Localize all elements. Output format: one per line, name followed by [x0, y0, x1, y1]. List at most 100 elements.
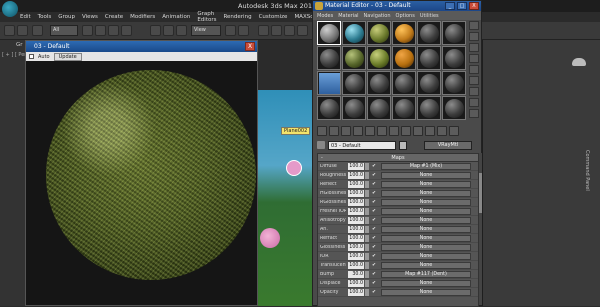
perspective-viewport[interactable]: [258, 90, 313, 306]
me-menu-utilities[interactable]: Utilities: [420, 13, 439, 19]
select-manipulate-icon[interactable]: [238, 25, 249, 36]
material-map-navigator-icon[interactable]: [469, 109, 479, 118]
uv-tiling-icon[interactable]: [469, 54, 479, 63]
map-slot-button[interactable]: None: [381, 261, 471, 269]
sample-slot[interactable]: [342, 21, 366, 45]
link-icon[interactable]: [32, 25, 43, 36]
sample-slot[interactable]: [417, 46, 441, 70]
map-amount-field[interactable]: 100.0: [348, 207, 364, 215]
map-amount-spinner[interactable]: [365, 234, 369, 242]
region-select-icon[interactable]: [108, 25, 119, 36]
selection-filter-select[interactable]: All: [50, 25, 78, 36]
options-icon[interactable]: [469, 87, 479, 96]
maps-collapse-icon[interactable]: -: [321, 154, 323, 162]
map-amount-spinner[interactable]: [365, 198, 369, 206]
menu-customize[interactable]: Customize: [259, 14, 288, 20]
map-slot-button[interactable]: None: [381, 189, 471, 197]
map-amount-field[interactable]: 100.0: [348, 189, 364, 197]
teapot-icon[interactable]: [572, 58, 586, 66]
angle-snap-icon[interactable]: [271, 25, 282, 36]
me-menu-options[interactable]: Options: [396, 13, 415, 19]
map-enable-checkbox[interactable]: ✔: [371, 281, 377, 286]
map-amount-spinner[interactable]: [365, 171, 369, 179]
maps-scrollbar[interactable]: [479, 153, 482, 305]
select-by-name-icon[interactable]: [95, 25, 106, 36]
map-slot-button[interactable]: Map #117 (Dent): [381, 270, 471, 278]
video-check-icon[interactable]: [469, 65, 479, 74]
map-amount-spinner[interactable]: [365, 270, 369, 278]
show-map-icon[interactable]: [413, 126, 423, 136]
menu-edit[interactable]: Edit: [20, 14, 31, 20]
reference-coord-select[interactable]: View: [191, 25, 221, 36]
sample-slot[interactable]: [442, 21, 466, 45]
pivot-icon[interactable]: [225, 25, 236, 36]
sample-slot[interactable]: [367, 71, 391, 95]
map-enable-checkbox[interactable]: ✔: [371, 254, 377, 259]
map-amount-field[interactable]: 100.0: [348, 288, 364, 296]
reset-map-icon[interactable]: [353, 126, 363, 136]
map-amount-field[interactable]: 100.0: [348, 171, 364, 179]
sample-slot[interactable]: [417, 71, 441, 95]
get-material-icon[interactable]: [317, 126, 327, 136]
sample-slot[interactable]: [417, 96, 441, 120]
sample-slot[interactable]: [342, 96, 366, 120]
map-slot-button[interactable]: None: [381, 207, 471, 215]
map-amount-field[interactable]: 100.0: [348, 243, 364, 251]
map-amount-field[interactable]: 100.0: [348, 180, 364, 188]
map-slot-button[interactable]: None: [381, 180, 471, 188]
map-amount-field[interactable]: 100.0: [348, 252, 364, 260]
map-slot-button[interactable]: None: [381, 216, 471, 224]
material-editor-titlebar[interactable]: Material Editor - 03 - Default _ □ X: [313, 1, 481, 11]
map-slot-button[interactable]: Map #1 (Mix): [381, 162, 471, 170]
update-button[interactable]: Update: [53, 52, 82, 61]
go-to-parent-icon[interactable]: [437, 126, 447, 136]
map-amount-spinner[interactable]: [365, 180, 369, 188]
sample-slot[interactable]: [317, 21, 341, 45]
window-crossing-icon[interactable]: [121, 25, 132, 36]
backlight-icon[interactable]: [469, 32, 479, 41]
minimize-button[interactable]: _: [445, 2, 455, 10]
select-object-icon[interactable]: [82, 25, 93, 36]
spinner-snap-icon[interactable]: [297, 25, 308, 36]
sample-slot[interactable]: [392, 21, 416, 45]
sample-slot[interactable]: [367, 46, 391, 70]
snap-icon[interactable]: [258, 25, 269, 36]
sample-slot[interactable]: [442, 46, 466, 70]
map-amount-field[interactable]: 100.0: [348, 261, 364, 269]
sample-slot[interactable]: [342, 71, 366, 95]
sample-slot[interactable]: [367, 96, 391, 120]
map-enable-checkbox[interactable]: ✔: [371, 164, 377, 169]
menu-group[interactable]: Group: [58, 14, 75, 20]
pumpkin-object-2[interactable]: [260, 228, 280, 248]
go-forward-sibling-icon[interactable]: [449, 126, 459, 136]
me-menu-modes[interactable]: Modes: [317, 13, 333, 19]
scroll-thumb[interactable]: [479, 173, 482, 213]
rotate-icon[interactable]: [163, 25, 174, 36]
map-amount-spinner[interactable]: [365, 288, 369, 296]
sample-slot[interactable]: [317, 71, 341, 95]
sample-slot[interactable]: [392, 71, 416, 95]
sample-slot[interactable]: [367, 21, 391, 45]
map-slot-button[interactable]: None: [381, 171, 471, 179]
make-unique-icon[interactable]: [377, 126, 387, 136]
put-to-scene-icon[interactable]: [329, 126, 339, 136]
map-amount-field[interactable]: 100.0: [348, 162, 364, 170]
menu-create[interactable]: Create: [105, 14, 123, 20]
show-end-result-icon[interactable]: [425, 126, 435, 136]
map-enable-checkbox[interactable]: ✔: [371, 263, 377, 268]
material-type-button[interactable]: VRayMtl: [424, 140, 472, 150]
map-enable-checkbox[interactable]: ✔: [371, 173, 377, 178]
menu-modifiers[interactable]: Modifiers: [130, 14, 155, 20]
map-amount-spinner[interactable]: [365, 261, 369, 269]
map-amount-spinner[interactable]: [365, 252, 369, 260]
maximize-button[interactable]: □: [457, 2, 467, 10]
sample-slot[interactable]: [392, 96, 416, 120]
sample-slot[interactable]: [317, 46, 341, 70]
sample-slot[interactable]: [442, 96, 466, 120]
map-enable-checkbox[interactable]: ✔: [371, 209, 377, 214]
sample-slot[interactable]: [342, 46, 366, 70]
assign-to-selection-icon[interactable]: [341, 126, 351, 136]
close-button[interactable]: X: [469, 2, 479, 10]
map-amount-spinner[interactable]: [365, 243, 369, 251]
map-slot-button[interactable]: None: [381, 243, 471, 251]
